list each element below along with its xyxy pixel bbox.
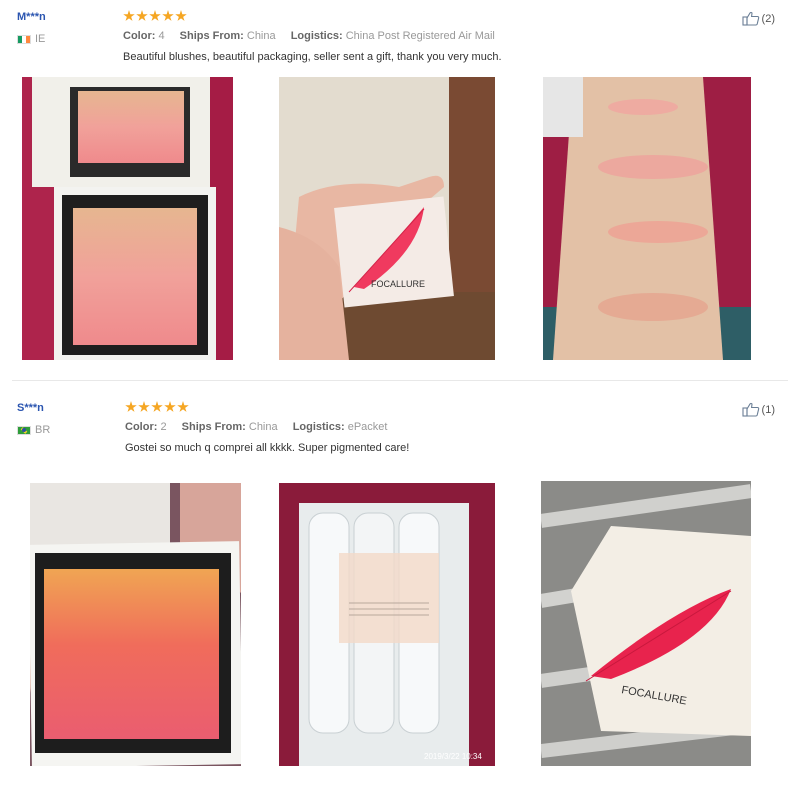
star-rating [125, 401, 189, 413]
helpful-button[interactable]: (2) [741, 11, 775, 26]
reviewer-country: BR [17, 424, 50, 436]
open-compact-photo [30, 483, 241, 766]
star-icon [123, 10, 135, 21]
reviewer-country: IE [17, 33, 45, 45]
box-on-table-photo: FOCALLURE [541, 481, 751, 766]
review-photo[interactable]: FOCALLURE [541, 481, 751, 766]
star-icon [151, 401, 163, 412]
review-photo[interactable]: 2019/3/22 10:34 [279, 483, 495, 766]
logistics-label: Logistics: [292, 421, 345, 433]
review-item: M***n IE Color: 4 Ships From: China Logi… [0, 0, 800, 375]
reviewer-name[interactable]: M***n [17, 11, 46, 23]
logistics-value: China Post Registered Air Mail [345, 30, 495, 42]
star-icon [162, 10, 174, 21]
star-rating [123, 10, 187, 22]
ships-from-value: China [246, 30, 276, 42]
helpful-count: (2) [761, 12, 775, 25]
ships-from-value: China [248, 421, 278, 433]
thumbs-up-icon [741, 402, 759, 417]
review-item: S***n BR Color: 2 Ships From: China Logi… [0, 391, 800, 800]
color-label: Color: [123, 30, 156, 42]
photo-timestamp: 2019/3/22 10:34 [424, 752, 482, 761]
color-value: 2 [160, 421, 167, 433]
reviewer-name[interactable]: S***n [17, 402, 44, 414]
review-divider [12, 380, 788, 381]
review-text: Gostei so much q comprei all kkkk. Super… [125, 442, 410, 454]
bubble-wrap-photo: 2019/3/22 10:34 [279, 483, 495, 766]
ireland-flag-icon [17, 34, 31, 44]
review-photo[interactable] [543, 77, 751, 360]
helpful-button[interactable]: (1) [741, 402, 775, 417]
brazil-flag-icon [17, 425, 31, 435]
color-value: 4 [158, 30, 165, 42]
helpful-count: (1) [761, 403, 775, 416]
star-icon [164, 401, 176, 412]
star-icon [149, 10, 161, 21]
ships-from-label: Ships From: [181, 421, 246, 433]
blush-palette-photo [22, 77, 233, 360]
review-text: Beautiful blushes, beautiful packaging, … [123, 51, 502, 63]
star-icon [136, 10, 148, 21]
brand-text: FOCALLURE [371, 279, 425, 289]
order-info: Color: 2 Ships From: China Logistics: eP… [125, 421, 387, 433]
thumbs-up-icon [741, 11, 759, 26]
review-photo[interactable]: FOCALLURE [279, 77, 495, 360]
review-photo[interactable] [30, 483, 241, 766]
arm-swatches-photo [543, 77, 751, 360]
ships-from-label: Ships From: [179, 30, 244, 42]
logistics-value: ePacket [347, 421, 388, 433]
hand-holding-box-photo: FOCALLURE [279, 77, 495, 360]
order-info: Color: 4 Ships From: China Logistics: Ch… [123, 30, 495, 42]
star-icon [175, 10, 187, 21]
country-code: IE [35, 33, 46, 45]
star-icon [125, 401, 137, 412]
color-label: Color: [125, 421, 158, 433]
country-code: BR [35, 424, 51, 436]
star-icon [177, 401, 189, 412]
review-photo[interactable] [22, 77, 233, 360]
logistics-label: Logistics: [290, 30, 343, 42]
star-icon [138, 401, 150, 412]
